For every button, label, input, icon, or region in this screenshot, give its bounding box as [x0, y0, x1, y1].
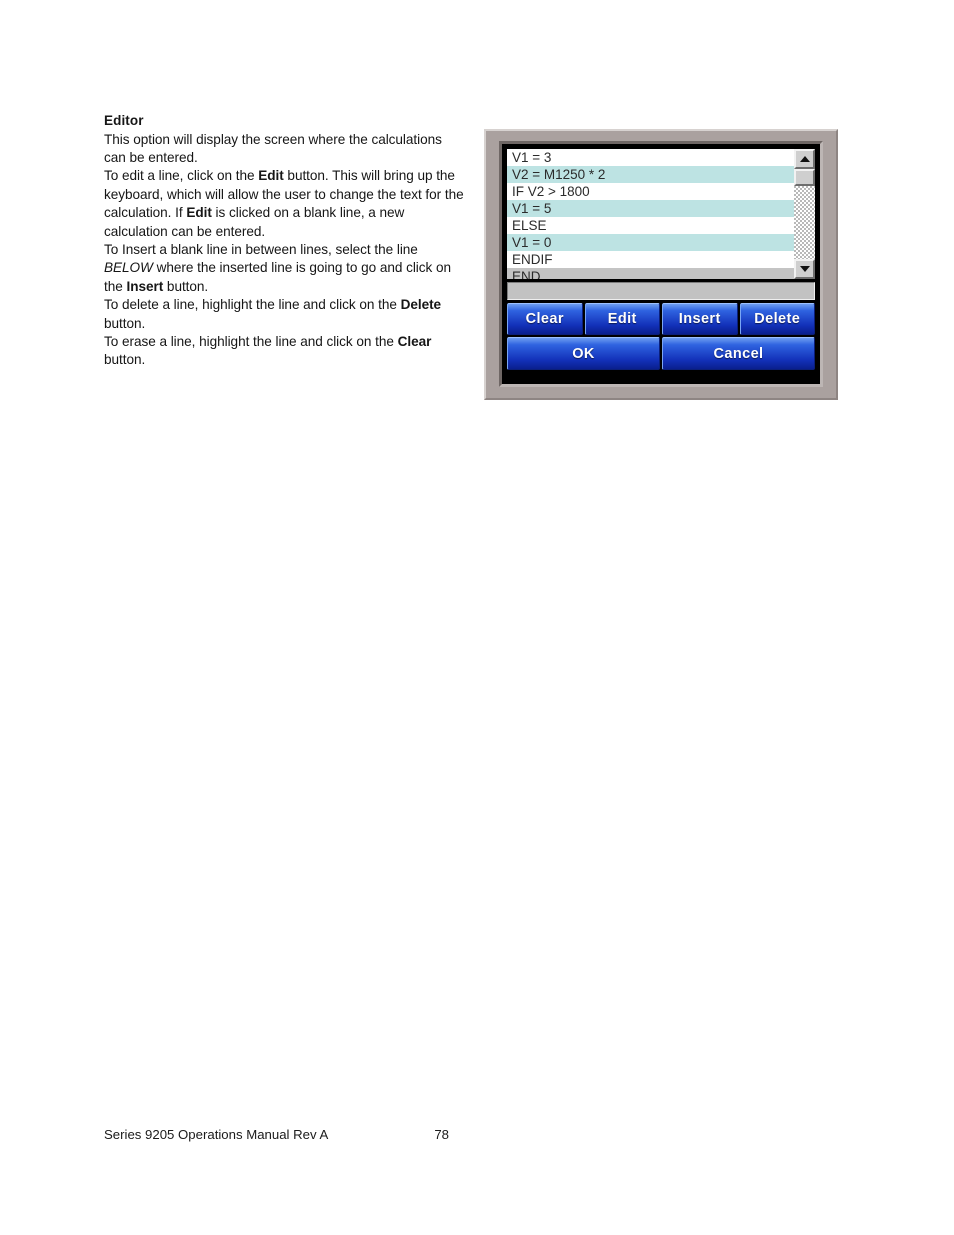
calculation-line[interactable]: ENDIF [507, 251, 794, 268]
insert-text-3: button. [163, 278, 209, 294]
delete-button-ref: Delete [400, 297, 442, 313]
scrollbar-thumb[interactable] [794, 169, 815, 186]
action-button-row-primary: Clear Edit Insert Delete [507, 303, 815, 335]
delete-button[interactable]: Delete [739, 303, 815, 335]
paragraph-overview: This option will display the screen wher… [104, 131, 466, 168]
clear-text-1: To erase a line, highlight the line and … [104, 333, 398, 349]
calculation-list-box[interactable]: V1 = 3 V2 = M1250 * 2 IF V2 > 1800 V1 = 5 EL… [507, 149, 815, 280]
device-screen: V1 = 3 V2 = M1250 * 2 IF V2 > 1800 V1 = 5 EL… [507, 149, 815, 378]
instructional-text-block: Editor This option will display the scre… [104, 112, 466, 370]
vertical-scrollbar[interactable] [794, 149, 815, 279]
clear-button[interactable]: Clear [507, 303, 583, 335]
scrollbar-track[interactable] [794, 186, 815, 259]
paragraph-delete: To delete a line, highlight the line and… [104, 296, 466, 333]
edit-button[interactable]: Edit [584, 303, 660, 335]
calculation-line[interactable]: V1 = 3 [507, 149, 794, 166]
calculation-line[interactable]: V1 = 0 [507, 234, 794, 251]
paragraph-insert: To Insert a blank line in between lines,… [104, 241, 466, 296]
insert-text-1: To Insert a blank line in between lines,… [104, 241, 418, 257]
calculation-line[interactable]: V1 = 5 [507, 200, 794, 217]
ok-button[interactable]: OK [507, 337, 660, 370]
calculation-line[interactable]: ELSE [507, 217, 794, 234]
scroll-up-button[interactable] [794, 149, 815, 169]
edit-button-ref-2: Edit [186, 205, 212, 221]
scroll-down-button[interactable] [794, 259, 815, 279]
status-entry-bar[interactable] [507, 282, 815, 300]
paragraph-overview-text: This option will display the screen wher… [104, 131, 442, 165]
edit-button-ref-1: Edit [258, 168, 284, 184]
clear-button-ref: Clear [397, 333, 432, 349]
device-screenshot-figure: V1 = 3 V2 = M1250 * 2 IF V2 > 1800 V1 = 5 EL… [484, 129, 838, 400]
edit-text-1: To edit a line, click on the [104, 168, 259, 184]
paragraph-edit: To edit a line, click on the Edit button… [104, 167, 466, 241]
below-emphasis: BELOW [104, 260, 153, 276]
calculation-list-lines[interactable]: V1 = 3 V2 = M1250 * 2 IF V2 > 1800 V1 = 5 EL… [507, 149, 794, 279]
insert-button-ref: Insert [126, 278, 164, 294]
calculation-line[interactable]: IF V2 > 1800 [507, 183, 794, 200]
cancel-button[interactable]: Cancel [662, 337, 815, 370]
action-button-row-confirm: OK Cancel [507, 337, 815, 370]
delete-text-1: To delete a line, highlight the line and… [104, 297, 401, 313]
calculation-line[interactable]: V2 = M1250 * 2 [507, 166, 794, 183]
insert-button[interactable]: Insert [662, 303, 738, 335]
paragraph-clear: To erase a line, highlight the line and … [104, 333, 466, 370]
page-title: Editor [104, 113, 144, 128]
footer-manual-title: Series 9205 Operations Manual Rev A [104, 1127, 329, 1142]
clear-text-2: button. [104, 352, 146, 368]
footer-page-number: 78 [434, 1127, 449, 1142]
triangle-up-icon [799, 156, 810, 162]
delete-text-2: button. [104, 315, 146, 331]
device-bezel: V1 = 3 V2 = M1250 * 2 IF V2 > 1800 V1 = 5 EL… [499, 141, 823, 387]
calculation-line[interactable]: END [507, 268, 794, 279]
page-footer: Series 9205 Operations Manual Rev A 78 [104, 1127, 524, 1142]
triangle-down-icon [799, 266, 810, 272]
